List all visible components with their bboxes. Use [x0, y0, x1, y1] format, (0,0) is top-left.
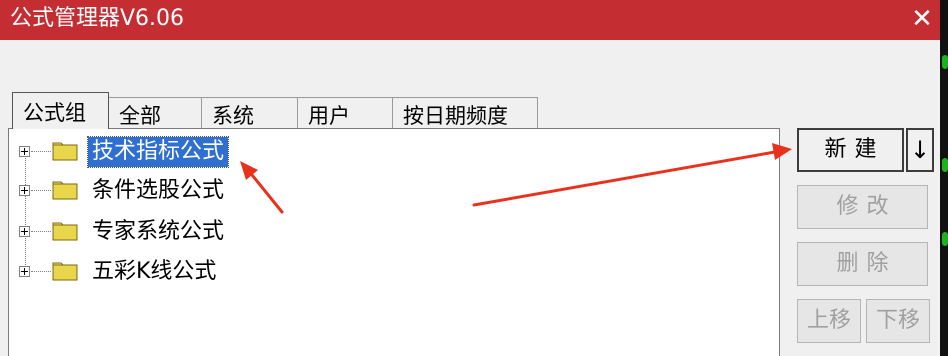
formula-tree[interactable]: 技术指标公式 条件选股公式 专家系统公式 五彩K线公式 — [8, 128, 780, 356]
tab-label: 全部 — [119, 104, 161, 128]
new-button[interactable]: 新建 — [797, 128, 904, 172]
tree-item-label: 技术指标公式 — [86, 136, 230, 168]
modify-button[interactable]: 修改 — [797, 185, 928, 229]
move-down-button[interactable]: 下移 — [866, 299, 930, 343]
tab-all[interactable]: 全部 — [108, 97, 202, 129]
expand-plus-icon[interactable] — [19, 185, 30, 196]
folder-icon — [52, 262, 78, 281]
title-bar: 公式管理器V6.06 ✕ — [0, 0, 940, 40]
folder-icon — [52, 142, 78, 161]
expand-plus-icon[interactable] — [19, 146, 30, 157]
arrow-down-icon[interactable]: ↓ — [906, 128, 934, 172]
tab-system[interactable]: 系统 — [201, 97, 298, 129]
tree-item-label: 五彩K线公式 — [92, 259, 217, 284]
formula-manager-window: 公式管理器V6.06 ✕ 公式组 全部 系统 用户 按日期频度 技术指标公式 条… — [0, 0, 940, 356]
window-title: 公式管理器V6.06 — [10, 6, 185, 31]
folder-icon — [52, 181, 78, 200]
indicator-marker — [942, 158, 948, 172]
tree-item-label: 条件选股公式 — [92, 178, 225, 203]
tab-label: 用户 — [308, 104, 350, 128]
tab-label: 按日期频度 — [403, 104, 508, 128]
expand-plus-icon[interactable] — [19, 226, 30, 237]
tree-item-stock-screening[interactable]: 条件选股公式 — [9, 174, 769, 210]
tree-item-label: 专家系统公式 — [92, 219, 225, 244]
tab-label: 系统 — [212, 104, 254, 128]
tab-by-date-frequency[interactable]: 按日期频度 — [392, 97, 538, 129]
tab-label: 公式组 — [23, 101, 86, 125]
indicator-marker — [942, 232, 948, 246]
tree-item-expert-system[interactable]: 专家系统公式 — [9, 215, 769, 251]
move-up-button[interactable]: 上移 — [797, 299, 861, 343]
expand-plus-icon[interactable] — [19, 266, 30, 277]
tab-formula-group[interactable]: 公式组 — [12, 92, 109, 129]
close-icon[interactable]: ✕ — [904, 2, 940, 36]
folder-icon — [52, 222, 78, 241]
tab-user[interactable]: 用户 — [297, 97, 393, 129]
background-strip — [940, 0, 948, 356]
tree-item-technical-indicators[interactable]: 技术指标公式 — [9, 135, 769, 171]
indicator-marker — [942, 55, 948, 69]
delete-button[interactable]: 删除 — [797, 242, 928, 286]
tree-item-colored-kline[interactable]: 五彩K线公式 — [9, 255, 769, 291]
